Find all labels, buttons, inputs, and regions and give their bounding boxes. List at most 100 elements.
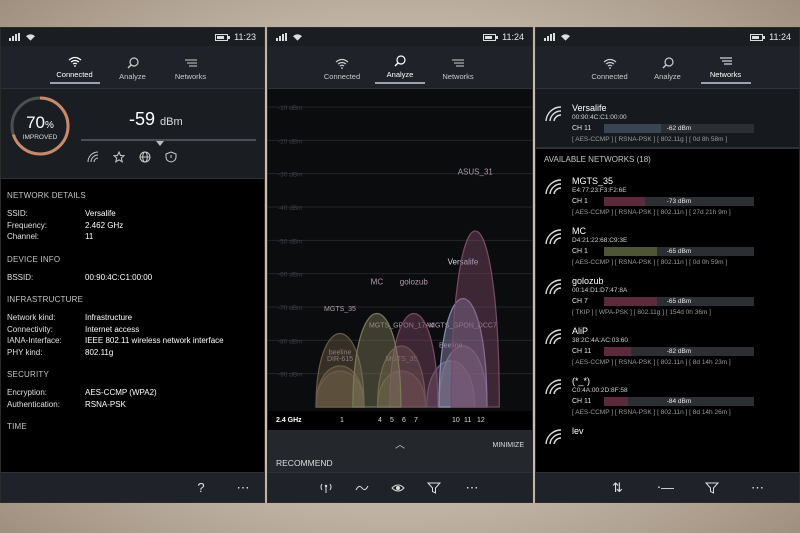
network-list-item[interactable]: golozub 00:14:D1:D7:47:8A CH 7 -65 dBm [ TKI… xyxy=(544,276,791,316)
signal-bar: -73 dBm xyxy=(604,197,754,206)
wifi-signal-icon xyxy=(545,379,562,395)
channel-chart[interactable]: -10 dBm -20 dBm -30 dBm -40 dBm -50 dBm -60 d… xyxy=(268,89,532,411)
channel-tick: 6 xyxy=(402,417,406,424)
phone-connected: 11:23 Connected Analyze Networks 70% IMP… xyxy=(0,27,265,503)
status-time: 11:24 xyxy=(769,32,791,42)
tab-networks-label: Networks xyxy=(174,72,207,81)
tab-bar: Connected Analyze Networks xyxy=(268,46,532,89)
wifi-icon xyxy=(335,58,349,69)
wifi-status-icon xyxy=(26,34,35,41)
network-channel: CH 11 xyxy=(572,398,592,405)
network-security: [ TKIP ] [ WPA-PSK ] [ 802.11g ] [ 154d … xyxy=(572,309,711,316)
y-tick-label: -10 dBm xyxy=(278,105,303,112)
channel-tick: 7 xyxy=(414,417,418,424)
eye-icon[interactable] xyxy=(391,482,405,494)
network-list-item[interactable]: (*_*) C0:4A:00:2D:8F:58 CH 11 -84 dBm [ AES-… xyxy=(544,376,791,416)
network-mac: 00:14:D1:D7:47:8A xyxy=(572,287,628,294)
signal-bar xyxy=(81,139,256,141)
tab-analyze-label: Analyze xyxy=(654,72,681,81)
network-list-item[interactable]: AliP 38:2C:4A:AC:03:60 CH 11 -82 dBm [ AES-C… xyxy=(544,326,791,366)
network-curve-label: golozub xyxy=(400,277,429,286)
tab-connected[interactable]: Connected xyxy=(585,58,635,84)
more-icon[interactable]: ⋯ xyxy=(234,480,252,496)
channel-tick: 5 xyxy=(390,417,394,424)
network-list-item[interactable]: MGTS_35 E4:77:23:F3:F2:6E CH 1 -73 dBm [ AES… xyxy=(544,176,791,216)
y-tick-label: -60 dBm xyxy=(278,272,303,279)
sort-icon[interactable]: ⇅ xyxy=(609,480,627,496)
more-icon[interactable]: ⋯ xyxy=(749,480,767,496)
list-icon xyxy=(452,59,464,67)
app-bar: ⇅ ⋅— ⋯ xyxy=(536,472,799,502)
signal-strength: -59 dBm xyxy=(129,109,183,129)
network-list-item[interactable]: MC D4:21:22:68:C9:3E CH 1 -65 dBm [ AES-CCMP… xyxy=(544,226,791,266)
tab-analyze[interactable]: Analyze xyxy=(643,57,693,84)
network-mac: C0:4A:00:2D:8F:58 xyxy=(572,387,628,394)
filter-icon[interactable] xyxy=(427,482,441,494)
app-bar: ? ⋯ xyxy=(1,472,264,502)
wifi-icon xyxy=(603,58,616,69)
network-name: golozub xyxy=(572,276,604,286)
y-tick-label: -90 dBm xyxy=(278,372,303,379)
current-network-item[interactable]: Versalife 00:90:4C:C1:00:00 CH 11 -62 dB… xyxy=(544,103,791,143)
chevron-up-icon[interactable]: ︿ xyxy=(395,436,405,451)
tab-bar: Connected Analyze Networks xyxy=(536,46,799,89)
list-icon xyxy=(719,57,732,65)
star-icon[interactable] xyxy=(113,151,125,163)
app-bar: ⋯ xyxy=(268,472,532,502)
network-channel: CH 1 xyxy=(572,248,588,255)
wifi-signal-icon[interactable] xyxy=(87,151,99,163)
tab-connected[interactable]: Connected xyxy=(317,58,367,84)
shield-icon[interactable] xyxy=(165,151,177,163)
current-network[interactable]: Versalife 00:90:4C:C1:00:00 CH 11 -62 dB… xyxy=(536,89,799,148)
phone-networks: 11:24 Connected Analyze Networks Versali… xyxy=(535,27,800,503)
more-icon[interactable]: ⋯ xyxy=(463,480,481,496)
kv-network-kind: Network kind: Infrastructure xyxy=(7,313,133,322)
tab-networks[interactable]: Networks xyxy=(166,58,216,84)
network-channel: CH 7 xyxy=(572,298,588,305)
available-networks-title: AVAILABLE NETWORKS (18) xyxy=(536,148,799,170)
minimize-button[interactable]: MINIMIZE xyxy=(493,442,525,449)
tab-networks[interactable]: Networks xyxy=(700,56,751,84)
time-title: TIME xyxy=(7,422,27,431)
network-mac: D4:21:22:68:C9:3E xyxy=(572,237,628,244)
wifi-icon xyxy=(68,56,81,67)
signal-summary: 70% IMPROVED -59 dBm xyxy=(1,89,264,179)
channel-tick: 10 xyxy=(452,417,460,424)
band-label: 2.4 GHz xyxy=(276,417,302,424)
tab-analyze[interactable]: Analyze xyxy=(108,57,158,84)
network-channel: CH 1 xyxy=(572,198,588,205)
collapse-icon[interactable]: ⋅— xyxy=(657,480,675,496)
network-list-item[interactable]: lev xyxy=(544,426,791,445)
signal-bar: -65 dBm xyxy=(604,247,754,256)
y-tick-label: -70 dBm xyxy=(278,305,303,312)
tab-bar: Connected Analyze Networks xyxy=(1,46,264,89)
status-bar: 11:24 xyxy=(536,28,799,46)
available-networks-list: MGTS_35 E4:77:23:F3:F2:6E CH 1 -73 dBm [ AES… xyxy=(536,170,799,445)
tab-analyze[interactable]: Analyze xyxy=(375,55,425,84)
tab-connected[interactable]: Connected xyxy=(49,56,100,84)
tab-connected-label: Connected xyxy=(56,70,93,79)
channel-tick: 12 xyxy=(477,417,485,424)
wifi-status-icon xyxy=(293,34,302,41)
security-title: SECURITY xyxy=(7,370,50,379)
kv-ssid: SSID: Versalife xyxy=(7,209,116,218)
network-mac: 38:2C:4A:AC:03:60 xyxy=(572,337,629,344)
improvement-percent: 70% xyxy=(26,113,54,132)
globe-icon[interactable] xyxy=(139,151,151,163)
question-icon[interactable]: ? xyxy=(192,480,210,495)
tab-networks[interactable]: Networks xyxy=(433,58,483,84)
network-name: Versalife xyxy=(572,103,607,113)
phone-analyze: 11:24 Connected Analyze Networks -10 dBm… xyxy=(267,27,533,503)
antenna-icon[interactable] xyxy=(319,482,333,494)
filter-icon[interactable] xyxy=(704,482,719,494)
network-name: AliP xyxy=(572,326,589,336)
wifi-signal-icon xyxy=(545,429,562,445)
network-curve-label: ASUS_31 xyxy=(458,167,494,176)
wave-icon[interactable] xyxy=(355,482,369,494)
network-mac: E4:77:23:F3:F2:6E xyxy=(572,187,627,194)
network-details-title: NETWORK DETAILS xyxy=(7,191,86,200)
y-tick-label: -30 dBm xyxy=(278,172,303,179)
battery-icon xyxy=(750,33,766,41)
network-security: [ AES-CCMP ] [ RSNA-PSK ] [ 802.11g ] [ … xyxy=(572,136,728,143)
details-section: NETWORK DETAILS SSID: Versalife Frequency… xyxy=(1,191,264,431)
